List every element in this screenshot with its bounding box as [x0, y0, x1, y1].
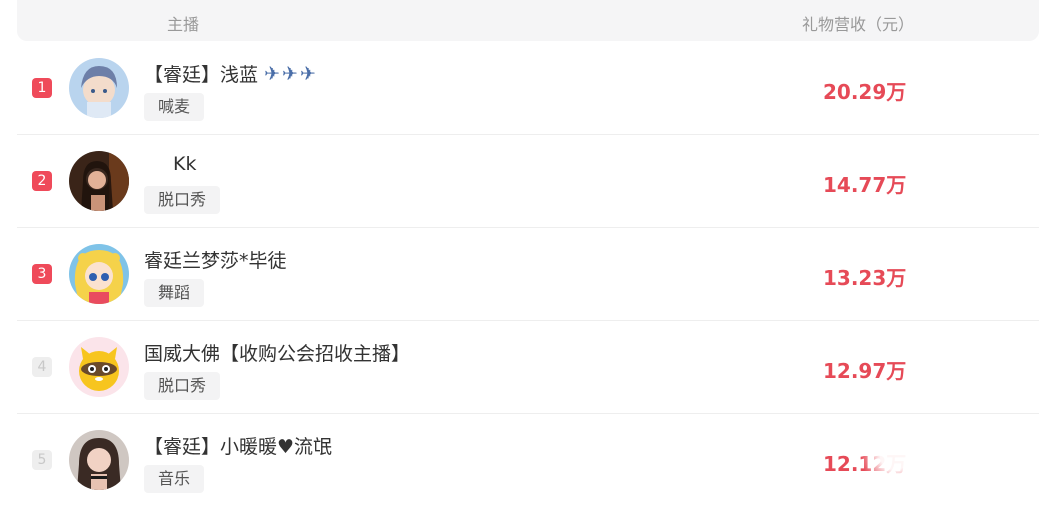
- anchor-name[interactable]: 【睿廷】浅蓝 ✈✈✈: [144, 60, 318, 87]
- anchor-name-text: 国威大佛【收购公会招收主播】: [144, 343, 411, 365]
- column-header-anchor: 主播: [167, 15, 200, 34]
- gift-revenue: 14.77万: [823, 173, 907, 197]
- rank-badge: 3: [32, 264, 52, 284]
- column-header-revenue: 礼物营收（元）: [802, 15, 915, 34]
- list-item[interactable]: 4 国威大佛【收购公会招收主播】 脱口秀 12.97万: [17, 321, 1039, 414]
- category-tag[interactable]: 舞蹈: [144, 279, 205, 307]
- category-tag[interactable]: 喊麦: [144, 93, 205, 121]
- anchor-name-text: 【睿廷】浅蓝: [144, 64, 259, 86]
- avatar[interactable]: [69, 58, 129, 118]
- anchor-name-text: Kk: [173, 153, 197, 175]
- avatar[interactable]: [69, 151, 129, 211]
- list-item[interactable]: 3 睿廷兰梦莎*毕徒 舞蹈 13.23万: [17, 228, 1039, 321]
- ranking-list: 1 【睿廷】浅蓝 ✈✈✈ 喊麦 20.29万 2 Kk 脱口秀 14.77万 3…: [17, 42, 1039, 506]
- anchor-name[interactable]: Kk: [173, 153, 196, 175]
- gift-revenue: 12.97万: [823, 359, 907, 383]
- category-tag[interactable]: 脱口秀: [144, 372, 221, 400]
- gift-revenue: 20.29万: [823, 80, 907, 104]
- gift-revenue: 13.23万: [823, 266, 907, 290]
- table-header: 主播 礼物营收（元）: [17, 0, 1039, 41]
- list-item[interactable]: 5 【睿廷】小暖暖♥流氓 音乐 12.12万: [17, 414, 1039, 506]
- rank-badge: 1: [32, 78, 52, 98]
- list-item[interactable]: 1 【睿廷】浅蓝 ✈✈✈ 喊麦 20.29万: [17, 42, 1039, 135]
- avatar[interactable]: [69, 244, 129, 304]
- anchor-name-text: 睿廷兰梦莎*毕徒: [144, 250, 287, 272]
- gift-revenue: 12.12万: [823, 452, 907, 476]
- avatar[interactable]: [69, 430, 129, 490]
- anchor-name-text: 【睿廷】小暖暖♥流氓: [144, 436, 333, 458]
- rank-badge: 2: [32, 171, 52, 191]
- rank-badge: 5: [32, 450, 52, 470]
- airplane-icon: ✈✈✈: [264, 62, 318, 85]
- anchor-name[interactable]: 【睿廷】小暖暖♥流氓: [144, 432, 332, 459]
- list-item[interactable]: 2 Kk 脱口秀 14.77万: [17, 135, 1039, 228]
- rank-badge: 4: [32, 357, 52, 377]
- avatar[interactable]: [69, 337, 129, 397]
- category-tag[interactable]: 音乐: [144, 465, 205, 493]
- anchor-name[interactable]: 睿廷兰梦莎*毕徒: [144, 246, 287, 273]
- category-tag[interactable]: 脱口秀: [144, 186, 221, 214]
- anchor-name[interactable]: 国威大佛【收购公会招收主播】: [144, 339, 410, 366]
